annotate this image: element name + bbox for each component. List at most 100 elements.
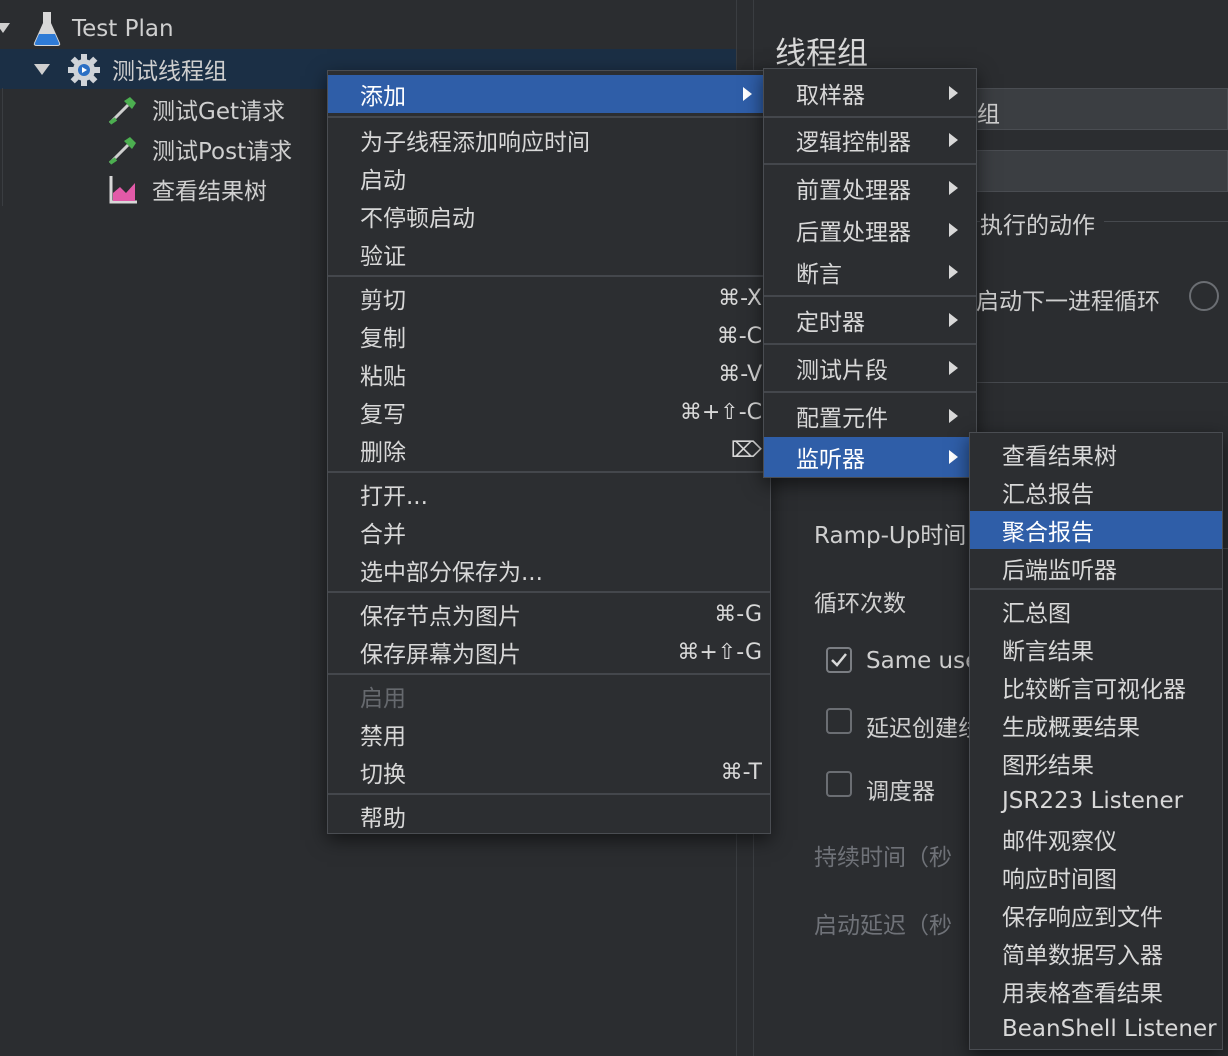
listener-item[interactable]: 断言结果 — [970, 630, 1222, 668]
menu-item-add-response-time[interactable]: 为子线程添加响应时间 — [328, 121, 770, 159]
menu-item-label: 测试片段 — [796, 358, 888, 384]
listener-item[interactable]: BeanShell Listener — [970, 1010, 1222, 1048]
menu-separator — [970, 588, 1222, 590]
submenu-item-listener[interactable]: 监听器 — [764, 437, 976, 477]
submenu-arrow-icon — [949, 223, 958, 237]
section-border — [970, 382, 1228, 383]
menu-item-duplicate[interactable]: 复写 ⌘+⇧-C — [328, 393, 770, 431]
menu-item-save-selection-as[interactable]: 选中部分保存为... — [328, 551, 770, 589]
menu-item-label: 简单数据写入器 — [1002, 943, 1163, 969]
submenu-arrow-icon — [949, 409, 958, 423]
menu-item-save-node-image[interactable]: 保存节点为图片 ⌘-G — [328, 595, 770, 633]
menu-item-label: 断言 — [796, 262, 842, 288]
listener-item[interactable]: 用表格查看结果 — [970, 972, 1222, 1010]
delay-create-label: 延迟创建线 — [866, 716, 981, 742]
listener-item[interactable]: 比较断言可视化器 — [970, 668, 1222, 706]
listener-item[interactable]: 邮件观察仪 — [970, 820, 1222, 858]
submenu-item-logic-controller[interactable]: 逻辑控制器 — [764, 119, 976, 161]
menu-separator — [328, 275, 770, 277]
menu-item-label: 生成概要结果 — [1002, 715, 1140, 741]
listener-item[interactable]: JSR223 Listener — [970, 782, 1222, 820]
pipette-icon — [106, 93, 136, 125]
menu-separator — [328, 471, 770, 473]
listener-item[interactable]: 后端监听器 — [970, 549, 1222, 587]
listener-item[interactable]: 生成概要结果 — [970, 706, 1222, 744]
menu-item-label: 合并 — [360, 522, 406, 548]
name-field[interactable]: 组 — [970, 88, 1228, 130]
menu-item-copy[interactable]: 复制 ⌘-C — [328, 317, 770, 355]
listener-item[interactable]: 简单数据写入器 — [970, 934, 1222, 972]
scheduler-checkbox[interactable] — [826, 771, 852, 797]
menu-item-paste[interactable]: 粘贴 ⌘-V — [328, 355, 770, 393]
tree-label-post-request: 测试Post请求 — [152, 139, 293, 165]
menu-item-delete[interactable]: 删除 ⌦ — [328, 431, 770, 469]
menu-item-label: 保存节点为图片 — [360, 604, 521, 630]
menu-item-label: 汇总图 — [1002, 601, 1071, 627]
menu-item-open[interactable]: 打开... — [328, 475, 770, 513]
next-loop-label: 启动下一进程循环 — [976, 289, 1160, 315]
menu-separator — [764, 116, 976, 118]
listener-item[interactable]: 汇总图 — [970, 592, 1222, 630]
menu-item-label: 聚合报告 — [1002, 520, 1094, 546]
shortcut-label: ⌘-G — [714, 601, 762, 627]
submenu-arrow-icon — [949, 450, 958, 464]
menu-item-merge[interactable]: 合并 — [328, 513, 770, 551]
loop-count-label: 循环次数 — [814, 591, 906, 617]
submenu-item-post-processor[interactable]: 后置处理器 — [764, 209, 976, 251]
shortcut-label: ⌘+⇧-C — [679, 399, 762, 425]
menu-item-cut[interactable]: 剪切 ⌘-X — [328, 279, 770, 317]
submenu-arrow-icon — [743, 87, 752, 101]
menu-item-help[interactable]: 帮助 — [328, 797, 770, 835]
submenu-item-test-fragment[interactable]: 测试片段 — [764, 347, 976, 389]
menu-item-label: 前置处理器 — [796, 178, 911, 204]
shortcut-label: ⌘-V — [718, 361, 762, 387]
expand-arrow-icon[interactable] — [0, 23, 10, 33]
shortcut-label: ⌘+⇧-G — [677, 639, 762, 665]
submenu-arrow-icon — [949, 313, 958, 327]
submenu-item-assertion[interactable]: 断言 — [764, 251, 976, 293]
menu-separator — [764, 343, 976, 345]
menu-item-label: 不停顿启动 — [360, 206, 475, 232]
name-field-text: 组 — [977, 102, 1000, 128]
listener-item[interactable]: 响应时间图 — [970, 858, 1222, 896]
same-user-checkbox[interactable] — [826, 647, 852, 673]
next-loop-radio[interactable] — [1189, 281, 1219, 311]
submenu-item-sampler[interactable]: 取样器 — [764, 73, 976, 113]
listener-item[interactable]: 图形结果 — [970, 744, 1222, 782]
page-title: 线程组 — [775, 36, 868, 72]
menu-item-toggle[interactable]: 切换 ⌘-T — [328, 753, 770, 791]
flask-icon — [32, 11, 62, 46]
listener-item[interactable]: 汇总报告 — [970, 473, 1222, 511]
delay-create-checkbox[interactable] — [826, 708, 852, 734]
tree-label-get-request: 测试Get请求 — [152, 99, 285, 125]
tree-node-test-plan[interactable]: Test Plan — [0, 9, 736, 49]
menu-item-label: 比较断言可视化器 — [1002, 677, 1186, 703]
menu-item-label: 图形结果 — [1002, 753, 1094, 779]
submenu-item-pre-processor[interactable]: 前置处理器 — [764, 167, 976, 209]
listener-item[interactable]: 查看结果树 — [970, 435, 1222, 473]
menu-item-label: 禁用 — [360, 724, 406, 750]
duration-label: 持续时间（秒 — [814, 845, 952, 871]
shortcut-label: ⌘-X — [718, 285, 762, 311]
section-border — [1104, 221, 1228, 222]
listener-submenu: 查看结果树 汇总报告 聚合报告 后端监听器 汇总图 断言结果 比较断言可视化器 … — [969, 432, 1223, 1050]
menu-item-add[interactable]: 添加 — [328, 75, 770, 113]
submenu-item-timer[interactable]: 定时器 — [764, 299, 976, 341]
menu-item-label: 取样器 — [796, 83, 865, 109]
menu-item-start-no-pause[interactable]: 不停顿启动 — [328, 197, 770, 235]
comment-field[interactable] — [970, 150, 1228, 192]
scheduler-label: 调度器 — [866, 779, 935, 805]
gear-icon — [67, 53, 100, 86]
menu-item-validate[interactable]: 验证 — [328, 235, 770, 273]
menu-item-disable[interactable]: 禁用 — [328, 715, 770, 753]
expand-arrow-icon[interactable] — [34, 64, 50, 75]
menu-item-start[interactable]: 启动 — [328, 159, 770, 197]
submenu-item-config-element[interactable]: 配置元件 — [764, 395, 976, 437]
startup-delay-label: 启动延迟（秒 — [814, 913, 952, 939]
listener-item[interactable]: 保存响应到文件 — [970, 896, 1222, 934]
listener-item-highlighted[interactable]: 聚合报告 — [970, 511, 1222, 549]
submenu-arrow-icon — [949, 86, 958, 100]
menu-item-save-screen-image[interactable]: 保存屏幕为图片 ⌘+⇧-G — [328, 633, 770, 671]
menu-item-label: 启用 — [360, 686, 406, 712]
rampup-label: Ramp-Up时间 — [814, 523, 967, 549]
